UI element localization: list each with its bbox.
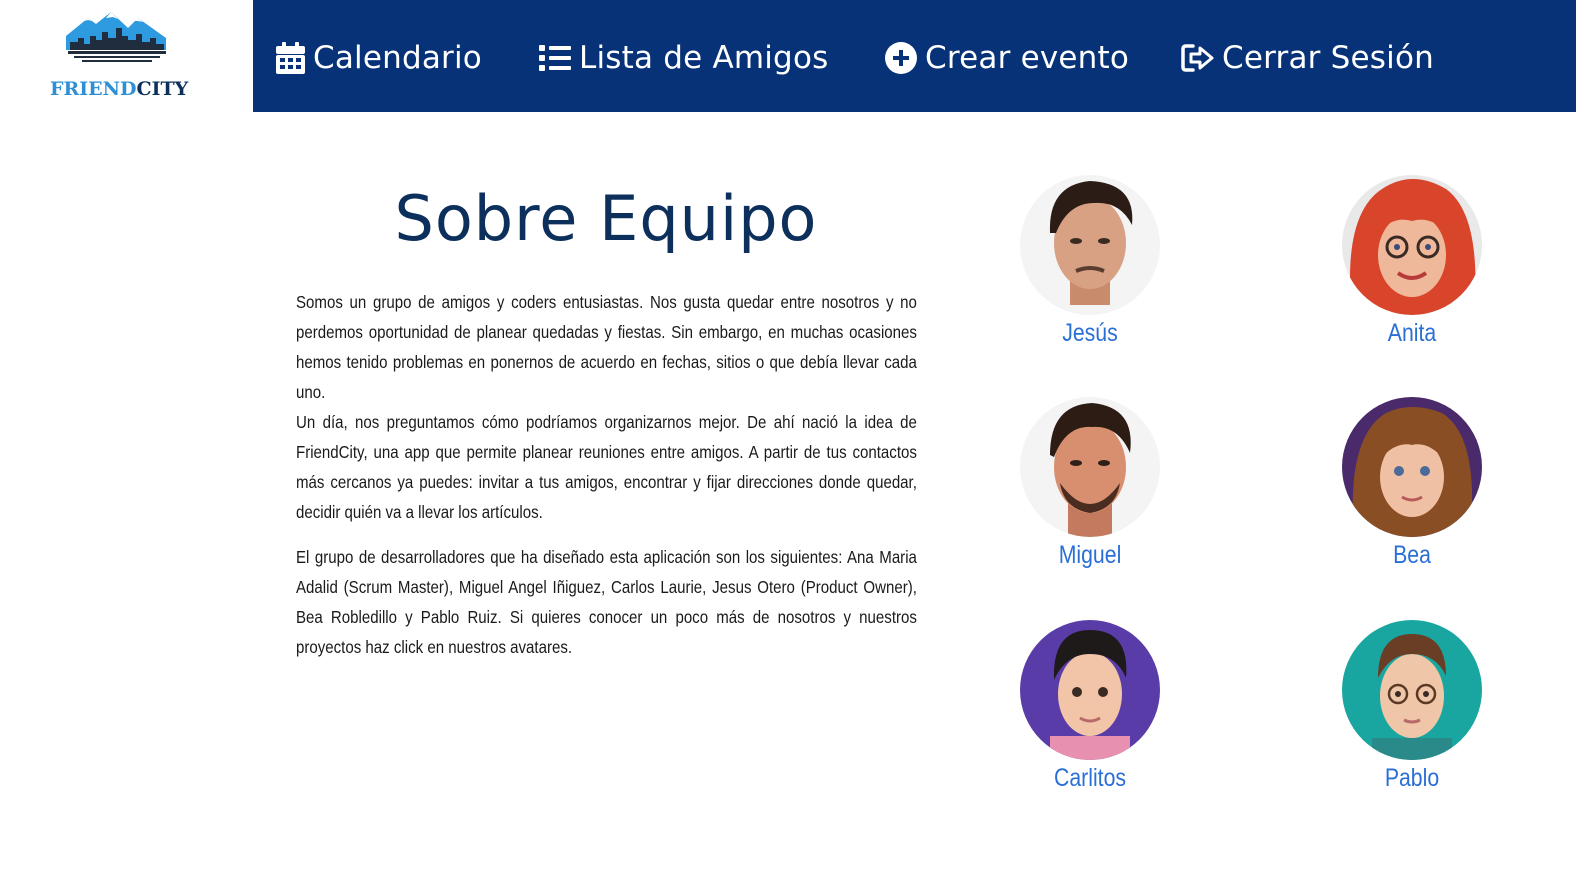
member-name: Carlitos — [1053, 764, 1127, 792]
about-paragraph-3: El grupo de desarrolladores que ha diseñ… — [296, 547, 917, 657]
about-paragraph-2: Un día, nos preguntamos cómo podríamos o… — [296, 412, 917, 522]
avatar — [1342, 397, 1482, 537]
calendar-icon — [276, 42, 305, 74]
list-icon — [539, 44, 571, 72]
plus-circle-icon — [885, 42, 917, 74]
page-title: Sobre Equipo — [394, 182, 818, 255]
team-member-pablo[interactable]: Pablo — [1322, 620, 1502, 793]
member-name: Pablo — [1384, 764, 1440, 792]
team-member-jesus[interactable]: Jesús — [1000, 175, 1180, 348]
member-name: Bea — [1393, 541, 1431, 569]
brand-name-part1: FRIEND — [50, 78, 137, 100]
nav-calendar[interactable]: Calendario — [276, 36, 482, 80]
avatar — [1020, 397, 1160, 537]
nav-create-event-label: Crear evento — [925, 40, 1130, 76]
member-name: Anita — [1387, 319, 1437, 347]
mountain-skyline-icon — [66, 12, 166, 62]
nav-friends-list-label: Lista de Amigos — [579, 40, 829, 76]
member-name: Jesús — [1062, 319, 1118, 347]
brand-name-part2: CITY — [136, 78, 189, 100]
nav-calendar-label: Calendario — [313, 40, 482, 76]
nav-friends-list[interactable]: Lista de Amigos — [539, 36, 828, 80]
team-member-miguel[interactable]: Miguel — [1000, 397, 1180, 570]
nav-logout-label: Cerrar Sesión — [1222, 40, 1434, 76]
about-paragraph-1: Somos un grupo de amigos y coders entusi… — [296, 292, 917, 402]
avatar — [1020, 620, 1160, 760]
team-member-carlitos[interactable]: Carlitos — [1000, 620, 1180, 793]
avatar — [1342, 175, 1482, 315]
member-name: Miguel — [1058, 541, 1122, 569]
nav-logout[interactable]: Cerrar Sesión — [1181, 36, 1434, 80]
nav-create-event[interactable]: Crear evento — [885, 36, 1129, 80]
team-member-anita[interactable]: Anita — [1322, 175, 1502, 348]
team-member-bea[interactable]: Bea — [1322, 397, 1502, 570]
avatar — [1342, 620, 1482, 760]
brand-name: FRIENDCITY — [50, 78, 188, 100]
top-navbar: Calendario Lista de Amigos Crear evento — [253, 0, 1576, 112]
avatar — [1020, 175, 1160, 315]
sign-out-icon — [1181, 43, 1214, 73]
brand-logo[interactable]: FRIENDCITY — [0, 0, 253, 112]
